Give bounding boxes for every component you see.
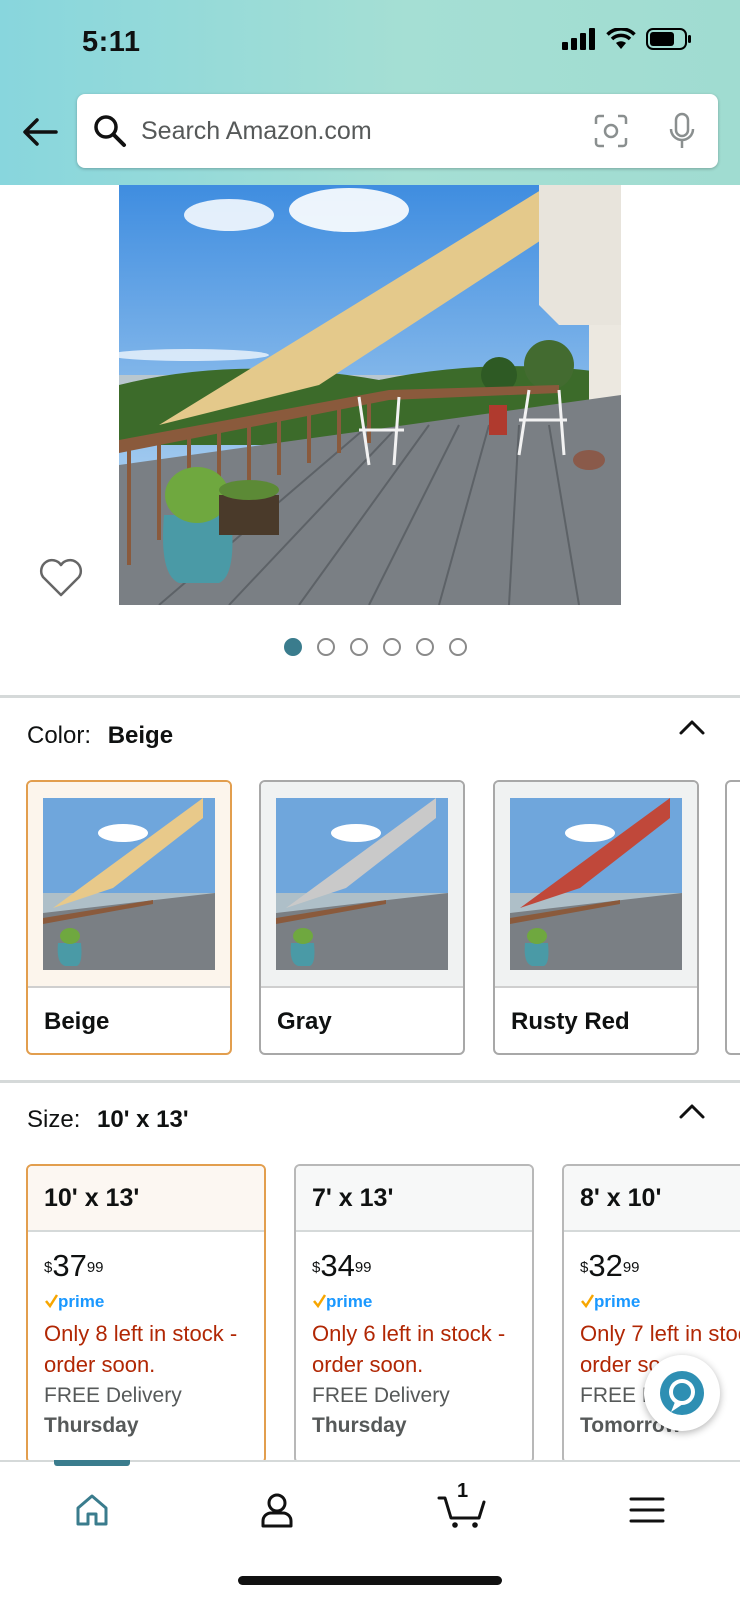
search-icon bbox=[94, 115, 126, 147]
color-option-rusty-red[interactable]: Rusty Red bbox=[493, 780, 699, 1055]
delivery-day: Thursday bbox=[312, 1414, 407, 1437]
delivery-day: Thursday bbox=[44, 1414, 139, 1437]
search-bar[interactable]: Search Amazon.com bbox=[77, 94, 718, 168]
size-selected-value: 10' x 13' bbox=[97, 1106, 189, 1133]
size-option-7x13[interactable]: 7' x 13' $3499 prime Only 6 left in stoc… bbox=[294, 1164, 534, 1464]
back-button[interactable] bbox=[18, 110, 62, 154]
size-section-header: Size: 10' x 13' bbox=[27, 1106, 189, 1134]
cart-count-badge: 1 bbox=[457, 1480, 469, 1502]
heart-icon bbox=[39, 558, 83, 597]
divider bbox=[0, 695, 740, 698]
arrow-left-icon bbox=[23, 118, 58, 146]
svg-text:prime: prime bbox=[594, 1292, 640, 1311]
price: $3799 bbox=[44, 1248, 104, 1283]
tab-cart[interactable]: 1 bbox=[432, 1480, 492, 1540]
size-label: Size: bbox=[27, 1106, 81, 1133]
search-input[interactable]: Search Amazon.com bbox=[141, 117, 594, 146]
product-photo bbox=[119, 185, 621, 605]
color-option-gray[interactable]: Gray bbox=[259, 780, 465, 1055]
color-thumbnail bbox=[28, 782, 230, 988]
divider bbox=[0, 1080, 740, 1083]
price: $3499 bbox=[312, 1248, 372, 1283]
color-section-header: Color: Beige bbox=[27, 722, 173, 750]
alexa-icon bbox=[660, 1371, 704, 1415]
home-indicator bbox=[238, 1576, 502, 1585]
status-time: 5:11 bbox=[82, 26, 141, 58]
svg-text:prime: prime bbox=[326, 1292, 372, 1311]
color-option-label: Gray bbox=[277, 1008, 332, 1035]
wishlist-button[interactable] bbox=[38, 558, 84, 603]
delivery-text: FREE Delivery bbox=[312, 1384, 450, 1407]
color-thumbnail bbox=[495, 782, 697, 988]
pagination-dot[interactable] bbox=[349, 638, 368, 656]
active-tab-indicator bbox=[54, 1460, 130, 1466]
tab-menu[interactable] bbox=[617, 1480, 677, 1540]
battery-icon bbox=[646, 28, 691, 50]
chevron-up-icon[interactable] bbox=[678, 718, 706, 736]
tab-home[interactable] bbox=[62, 1480, 122, 1540]
pagination-dot[interactable] bbox=[448, 638, 467, 656]
prime-badge: prime bbox=[44, 1290, 264, 1312]
tab-account[interactable] bbox=[247, 1480, 307, 1540]
color-selected-value: Beige bbox=[107, 722, 174, 749]
wifi-icon bbox=[606, 28, 636, 49]
color-option-label: Rusty Red bbox=[511, 1008, 630, 1035]
color-thumbnail bbox=[261, 782, 463, 988]
prime-badge: prime bbox=[312, 1290, 532, 1312]
pagination-dot[interactable] bbox=[316, 638, 335, 656]
pagination-dot[interactable] bbox=[283, 638, 302, 656]
microphone-icon[interactable] bbox=[668, 112, 696, 150]
stock-warning: Only 8 left in stock - order soon. bbox=[44, 1321, 238, 1377]
pagination-dot[interactable] bbox=[415, 638, 434, 656]
color-option-label: Beige bbox=[44, 1008, 110, 1035]
size-option-label: 7' x 13' bbox=[296, 1166, 532, 1232]
stock-warning: Only 6 left in stock - order soon. bbox=[312, 1321, 506, 1377]
prime-badge: prime bbox=[580, 1290, 740, 1312]
status-icons bbox=[562, 28, 692, 50]
color-option-more[interactable] bbox=[725, 780, 740, 1055]
alexa-button[interactable] bbox=[644, 1355, 720, 1431]
color-label: Color: bbox=[27, 722, 92, 749]
user-icon bbox=[261, 1493, 293, 1528]
image-pagination bbox=[0, 638, 740, 656]
svg-text:prime: prime bbox=[58, 1292, 104, 1311]
size-option-label: 8' x 10' bbox=[564, 1166, 740, 1232]
product-image[interactable] bbox=[119, 185, 621, 605]
size-option-8x10[interactable]: 8' x 10' $3299 prime Only 7 left in stoc… bbox=[562, 1164, 740, 1464]
camera-scan-icon[interactable] bbox=[594, 114, 628, 148]
delivery-text: FREE Delivery bbox=[44, 1384, 182, 1407]
size-option-label: 10' x 13' bbox=[28, 1166, 264, 1232]
size-option-10x13[interactable]: 10' x 13' $3799 prime Only 8 left in sto… bbox=[26, 1164, 266, 1464]
menu-icon bbox=[629, 1497, 665, 1523]
price: $3299 bbox=[580, 1248, 640, 1283]
cellular-signal-icon bbox=[562, 28, 595, 50]
color-option-beige[interactable]: Beige bbox=[26, 780, 232, 1055]
chevron-up-icon[interactable] bbox=[678, 1102, 706, 1120]
pagination-dot[interactable] bbox=[382, 638, 401, 656]
home-icon bbox=[76, 1494, 108, 1526]
header-bar: 5:11 Search Amazon.com bbox=[0, 0, 740, 185]
